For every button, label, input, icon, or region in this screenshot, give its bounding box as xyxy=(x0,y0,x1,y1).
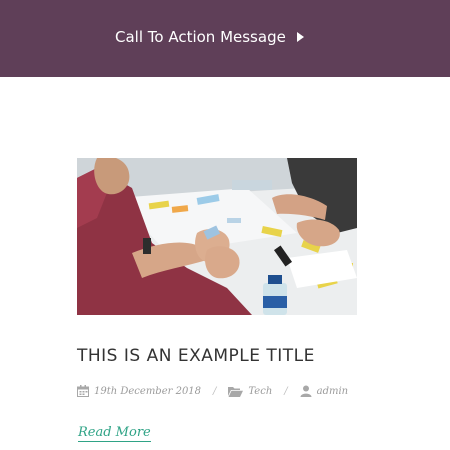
post-category[interactable]: Tech xyxy=(248,386,272,397)
post-date[interactable]: 19th December 2018 xyxy=(94,386,201,397)
read-more-link[interactable]: Read More xyxy=(78,425,151,442)
folder-open-icon xyxy=(228,386,244,397)
post-author[interactable]: admin xyxy=(317,386,348,397)
post-featured-image[interactable] xyxy=(77,158,357,315)
call-to-action-label: Call To Action Message xyxy=(115,28,286,46)
call-to-action-bar: Call To Action Message xyxy=(0,0,450,77)
post-meta: 19th December 2018 / Tech / admin xyxy=(77,382,348,400)
post-title[interactable]: THIS IS AN EXAMPLE TITLE xyxy=(77,346,315,366)
caret-right-icon xyxy=(296,32,304,42)
user-icon xyxy=(300,385,312,397)
call-to-action-link[interactable]: Call To Action Message xyxy=(115,25,304,49)
meta-separator: / xyxy=(284,385,288,397)
meta-separator: / xyxy=(213,385,217,397)
calendar-icon xyxy=(77,385,89,397)
